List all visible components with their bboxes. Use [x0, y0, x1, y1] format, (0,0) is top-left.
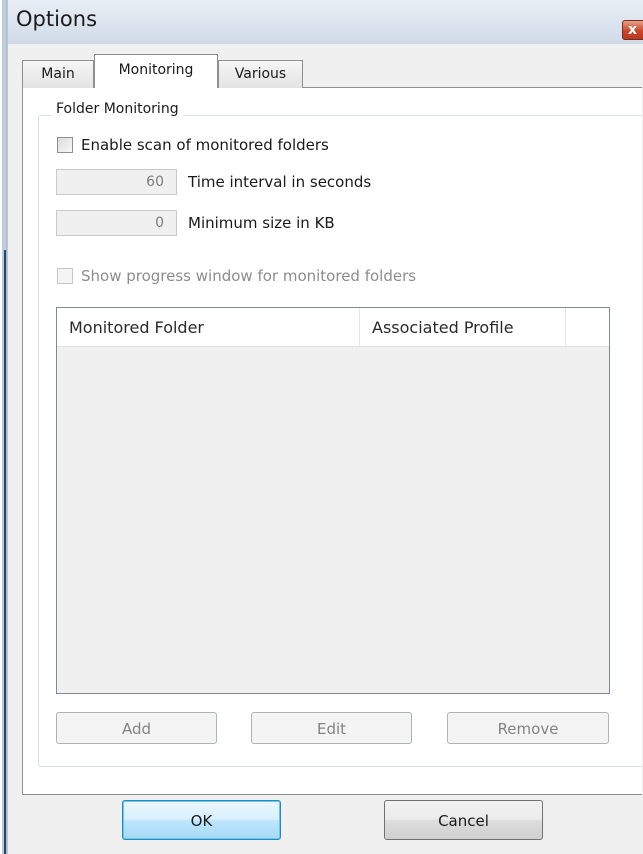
group-label: Folder Monitoring — [52, 101, 183, 117]
window-title: Options — [16, 7, 98, 31]
tab-various[interactable]: Various — [218, 60, 303, 88]
tab-strip: Main Monitoring Various — [22, 54, 642, 88]
column-associated-profile[interactable]: Associated Profile — [360, 308, 566, 346]
close-button[interactable]: x — [622, 20, 643, 40]
ok-button[interactable]: OK — [122, 800, 281, 840]
show-progress-checkbox[interactable] — [57, 268, 73, 284]
tab-monitoring[interactable]: Monitoring — [94, 54, 218, 88]
tab-main[interactable]: Main — [22, 60, 94, 88]
monitored-folders-list[interactable]: Monitored Folder Associated Profile — [56, 307, 610, 694]
show-progress-label: Show progress window for monitored folde… — [81, 267, 417, 285]
title-bar[interactable]: Options x — [0, 0, 643, 44]
remove-button[interactable]: Remove — [447, 712, 609, 744]
enable-scan-label: Enable scan of monitored folders — [81, 136, 329, 154]
time-interval-input[interactable]: 60 — [56, 169, 177, 195]
edit-button[interactable]: Edit — [251, 712, 412, 744]
cancel-button[interactable]: Cancel — [384, 800, 543, 840]
show-progress-row[interactable]: Show progress window for monitored folde… — [57, 267, 416, 285]
time-interval-label: Time interval in seconds — [188, 173, 372, 191]
close-icon: x — [628, 22, 638, 38]
minimum-size-input[interactable]: 0 — [56, 210, 177, 236]
enable-scan-checkbox[interactable] — [57, 137, 73, 153]
window-frame-accent — [4, 250, 6, 854]
minimum-size-label: Minimum size in KB — [188, 214, 335, 232]
enable-scan-row[interactable]: Enable scan of monitored folders — [57, 136, 329, 154]
column-filler — [566, 308, 609, 346]
list-header: Monitored Folder Associated Profile — [57, 308, 609, 347]
add-button[interactable]: Add — [56, 712, 217, 744]
column-monitored-folder[interactable]: Monitored Folder — [57, 308, 360, 346]
options-window: Options x Main Monitoring Various Folder… — [0, 0, 643, 854]
